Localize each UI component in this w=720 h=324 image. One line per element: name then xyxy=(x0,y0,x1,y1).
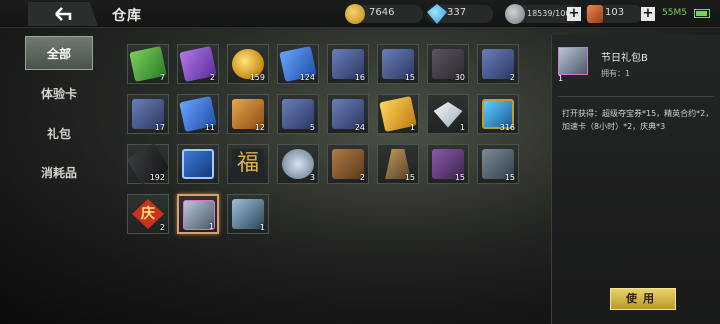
back-button[interactable] xyxy=(28,2,98,26)
item-quantity: 1 xyxy=(208,222,214,231)
tab-all[interactable]: 全部 xyxy=(25,36,93,70)
tab-gift-pack[interactable]: 礼包 xyxy=(25,116,93,150)
inventory-slot[interactable]: 316 xyxy=(477,94,519,134)
tab-trial-card[interactable]: 体验卡 xyxy=(25,76,93,110)
use-button[interactable]: 使用 xyxy=(610,288,676,310)
inventory-slot[interactable]: 15 xyxy=(377,144,419,184)
inventory-slot[interactable]: 15 xyxy=(427,144,469,184)
item-quantity: 5 xyxy=(309,123,315,132)
battery-icon xyxy=(694,9,710,18)
category-sidebar: 全部 体验卡 礼包 消耗品 xyxy=(25,30,95,324)
item-quantity: 1 xyxy=(259,223,265,232)
inventory-slot[interactable]: 16 xyxy=(327,44,369,84)
rename-plate-icon xyxy=(182,149,214,179)
inventory-slot[interactable]: 17 xyxy=(127,94,169,134)
inventory-slot[interactable]: 1 xyxy=(377,94,419,134)
inventory-slot[interactable]: 11 xyxy=(177,94,219,134)
item-quantity: 124 xyxy=(299,73,315,82)
item-quantity: 2 xyxy=(359,173,365,182)
inventory-slot[interactable]: 1 xyxy=(227,194,269,234)
currency-gold: 7646 xyxy=(345,4,423,24)
inventory-slot[interactable]: 1 xyxy=(427,94,469,134)
inventory-slot[interactable]: 2 xyxy=(327,144,369,184)
detail-owned: 拥有：1 xyxy=(601,69,631,78)
item-quantity: 24 xyxy=(354,123,365,132)
currency-diamond: 337 xyxy=(427,4,493,24)
add-stamina-button[interactable]: + xyxy=(567,7,581,21)
page-title: 仓库 xyxy=(112,8,142,24)
diamond-icon xyxy=(427,4,447,24)
stamina-icon xyxy=(505,4,525,24)
detail-item-name: 节日礼包B xyxy=(601,53,648,64)
inventory-slot[interactable]: 庆2 xyxy=(127,194,169,234)
item-quantity: 316 xyxy=(499,123,515,132)
inventory-slot[interactable]: 3 xyxy=(277,144,319,184)
item-quantity: 2 xyxy=(159,223,165,232)
item-quantity: 1 xyxy=(459,123,465,132)
item-quantity: 3 xyxy=(309,173,315,182)
inventory-slot[interactable]: 124 xyxy=(277,44,319,84)
item-quantity: 30 xyxy=(454,73,465,82)
tab-consumables[interactable]: 消耗品 xyxy=(25,155,93,189)
fu-icon: 福 xyxy=(232,149,264,179)
inventory-slot[interactable]: 福 xyxy=(227,144,269,184)
inventory-slot[interactable]: 2 xyxy=(477,44,519,84)
item-quantity: 15 xyxy=(404,73,415,82)
item-detail-panel: 1 节日礼包B 拥有：1 打开获得：超级夺宝券*15，精英合约*2，加速卡（8小… xyxy=(551,35,720,324)
inventory-slot[interactable]: 12 xyxy=(227,94,269,134)
divider xyxy=(558,96,714,97)
inventory-slot[interactable]: 192 xyxy=(126,143,170,185)
inventory-slot[interactable]: 159 xyxy=(227,44,269,84)
top-bar: 仓库 7646 337 18539/100 + 103 + 55M5 xyxy=(0,0,720,28)
item-quantity: 15 xyxy=(504,173,515,182)
ticket-icon xyxy=(587,5,603,23)
item-quantity: 7 xyxy=(159,73,165,82)
ticket-value: 103 xyxy=(605,7,625,18)
item-quantity: 2 xyxy=(509,73,515,82)
inventory-slot[interactable]: 2 xyxy=(177,44,219,84)
gold-value: 7646 xyxy=(369,7,395,18)
gift-box-icon xyxy=(558,47,588,75)
item-quantity: 11 xyxy=(204,123,215,132)
inventory-slot[interactable]: 1 xyxy=(177,194,219,234)
item-quantity: 17 xyxy=(154,123,165,132)
currency-ticket: 103 xyxy=(585,5,643,23)
status-clock: 55M5 xyxy=(662,8,687,18)
inventory-slot[interactable]: 15 xyxy=(477,144,519,184)
item-quantity: 15 xyxy=(454,173,465,182)
stamina-value: 18539/100 xyxy=(527,9,571,18)
item-quantity: 16 xyxy=(354,73,365,82)
detail-qty: 1 xyxy=(558,74,564,83)
inventory-slot[interactable]: 24 xyxy=(327,94,369,134)
inventory-slot[interactable] xyxy=(177,144,219,184)
inventory-slot[interactable]: 15 xyxy=(377,44,419,84)
inventory-slot[interactable]: 7 xyxy=(127,44,169,84)
diamond-value: 337 xyxy=(447,7,467,18)
back-arrow-icon xyxy=(55,7,72,21)
item-quantity: 15 xyxy=(404,173,415,182)
item-quantity: 1 xyxy=(409,123,415,132)
add-ticket-button[interactable]: + xyxy=(641,7,655,21)
gold-coin-icon xyxy=(345,4,365,24)
item-quantity: 2 xyxy=(209,73,215,82)
inventory-slot[interactable]: 30 xyxy=(427,44,469,84)
inventory-slot[interactable]: 5 xyxy=(277,94,319,134)
item-quantity: 12 xyxy=(254,123,265,132)
item-quantity: 192 xyxy=(149,173,165,182)
detail-description: 打开获得：超级夺宝券*15，精英合约*2，加速卡（8小时）*2，庆典*3 xyxy=(562,109,714,131)
item-quantity: 159 xyxy=(249,73,265,82)
